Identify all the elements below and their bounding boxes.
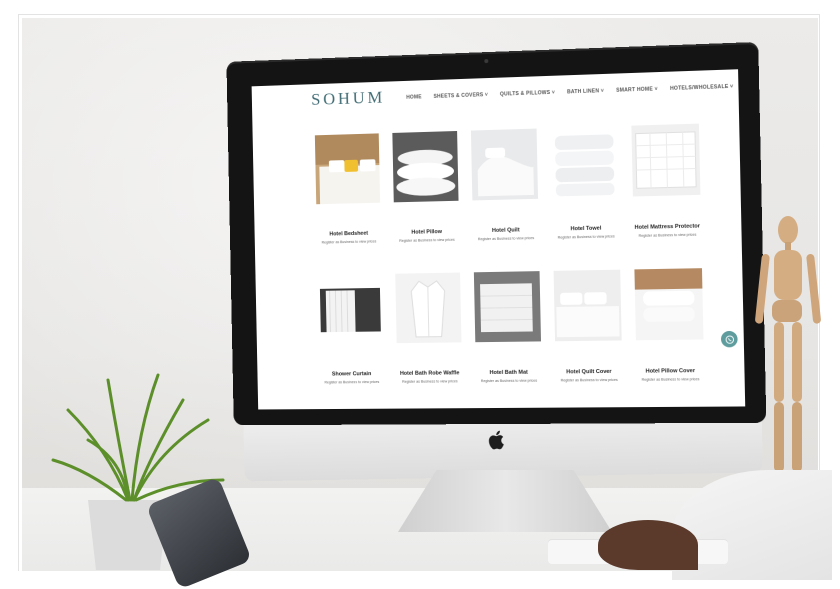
product-card[interactable]: Hotel Bath Mat Register as Business to v… xyxy=(467,267,549,392)
product-card[interactable]: Hotel Bedsheet Register as Business to v… xyxy=(308,129,388,253)
nav-item-bath-linen[interactable]: BATH LINEN ˅ xyxy=(567,88,604,95)
product-image-pillow xyxy=(392,130,459,203)
product-card[interactable]: Shower Curtain Register as Business to v… xyxy=(311,270,391,393)
nav-item-hotels-wholesale[interactable]: HOTELS/WHOLESALE ˅ xyxy=(670,84,733,92)
product-price-note: Register as Business to view prices xyxy=(641,377,700,382)
product-price-note: Register as Business to view prices xyxy=(402,379,458,384)
product-image-bath-mat xyxy=(473,271,542,343)
nav-item-smart-home[interactable]: SMART HOME ˅ xyxy=(616,86,658,93)
product-card[interactable]: Hotel Mattress Protector Register as Bus… xyxy=(624,119,709,247)
camera-dot xyxy=(484,59,489,64)
product-image-bedsheet xyxy=(314,133,381,205)
product-name[interactable]: Hotel Towel xyxy=(546,225,627,233)
nav-item-sheets-covers[interactable]: SHEETS & COVERS ˅ xyxy=(433,92,488,100)
product-name[interactable]: Hotel Quilt Cover xyxy=(549,369,630,376)
site-logo[interactable]: SOHUM xyxy=(311,88,385,110)
wooden-mannequin xyxy=(755,216,821,472)
product-price-note: Register as Business to view prices xyxy=(477,236,535,242)
monitor-bezel: SOHUM HOME SHEETS & COVERS ˅ QUILTS & PI… xyxy=(226,41,767,426)
product-price-note: Register as Business to view prices xyxy=(480,378,538,384)
site-nav: HOME SHEETS & COVERS ˅ QUILTS & PILLOWS … xyxy=(406,84,733,101)
product-image-towel xyxy=(550,126,619,199)
product-image-quilt-cover xyxy=(553,269,622,342)
product-name[interactable]: Hotel Bath Robe Waffle xyxy=(390,370,469,377)
whatsapp-icon xyxy=(725,335,735,344)
product-price-note: Register as Business to view prices xyxy=(560,377,618,383)
product-name[interactable]: Hotel Pillow Cover xyxy=(629,368,711,375)
product-price-note: Register as Business to view prices xyxy=(324,379,380,385)
monitor-screen: SOHUM HOME SHEETS & COVERS ˅ QUILTS & PI… xyxy=(251,69,746,410)
whatsapp-chat-button[interactable] xyxy=(720,330,738,348)
product-name[interactable]: Hotel Pillow xyxy=(388,229,467,237)
product-image-quilt xyxy=(470,128,539,201)
apple-logo-icon xyxy=(489,430,504,450)
product-name[interactable]: Shower Curtain xyxy=(313,371,391,378)
product-image-shower-curtain xyxy=(317,273,384,345)
nav-item-home[interactable]: HOME xyxy=(406,94,422,100)
product-card[interactable]: Hotel Bath Robe Waffle Register as Busin… xyxy=(388,268,469,392)
product-card[interactable]: Hotel Towel Register as Business to view… xyxy=(543,122,626,249)
product-card[interactable]: Hotel Pillow Register as Business to vie… xyxy=(385,127,466,252)
product-image-mattress-protector xyxy=(631,123,701,197)
product-name[interactable]: Hotel Bedsheet xyxy=(310,230,388,238)
product-card[interactable]: Hotel Quilt Register as Business to view… xyxy=(464,124,546,250)
product-name[interactable]: Hotel Mattress Protector xyxy=(626,223,708,231)
product-price-note: Register as Business to view prices xyxy=(557,234,615,240)
product-card[interactable]: Hotel Quilt Cover Register as Business t… xyxy=(546,265,629,391)
product-price-note: Register as Business to view prices xyxy=(638,232,697,238)
product-card[interactable]: Hotel Pillow Cover Register as Business … xyxy=(627,264,712,391)
product-price-note: Register as Business to view prices xyxy=(321,239,377,245)
product-grid: Hotel Bedsheet Register as Business to v… xyxy=(308,119,712,393)
nav-item-quilts-pillows[interactable]: QUILTS & PILLOWS ˅ xyxy=(500,90,555,98)
site-header: SOHUM HOME SHEETS & COVERS ˅ QUILTS & PI… xyxy=(252,69,739,119)
product-image-bath-robe xyxy=(395,272,462,344)
product-name[interactable]: Hotel Quilt xyxy=(466,227,546,235)
product-name[interactable]: Hotel Bath Mat xyxy=(469,369,549,376)
product-image-pillow-cover xyxy=(634,268,704,341)
person-hand xyxy=(598,520,698,570)
product-price-note: Register as Business to view prices xyxy=(399,237,455,243)
